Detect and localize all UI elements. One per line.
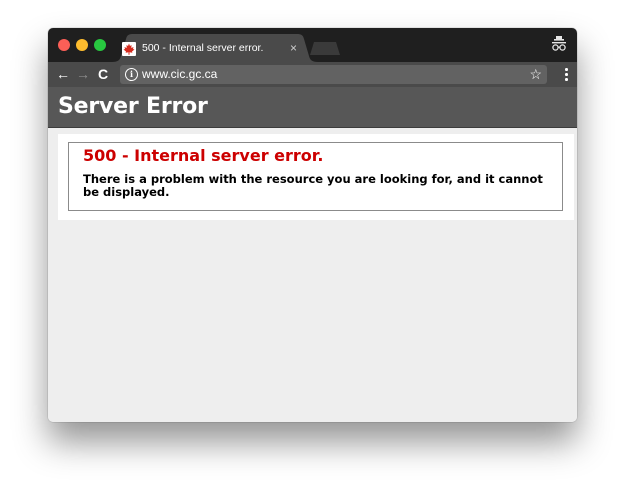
- tab-title: 500 - Internal server error.: [142, 42, 264, 54]
- error-heading: 500 - Internal server error.: [83, 146, 324, 165]
- maximize-window-button[interactable]: [94, 39, 106, 51]
- content-panel: 500 - Internal server error. There is a …: [58, 134, 574, 220]
- incognito-icon: [552, 36, 566, 51]
- kebab-menu-icon[interactable]: [561, 65, 571, 83]
- maple-leaf-icon: [122, 42, 136, 56]
- page-title: Server Error: [58, 94, 208, 119]
- address-bar[interactable]: i www.cic.gc.ca ☆: [120, 65, 547, 84]
- url-text[interactable]: www.cic.gc.ca: [142, 67, 217, 82]
- bookmark-star-icon[interactable]: ☆: [529, 65, 542, 84]
- close-window-button[interactable]: [58, 39, 70, 51]
- info-icon[interactable]: i: [125, 68, 138, 81]
- error-message: There is a problem with the resource you…: [83, 172, 543, 199]
- back-arrow-icon[interactable]: ←: [54, 65, 72, 83]
- tab-close-icon[interactable]: ×: [290, 40, 297, 56]
- forward-arrow-icon[interactable]: →: [74, 65, 92, 83]
- browser-window: 500 - Internal server error. × ← → C i w…: [48, 28, 577, 422]
- error-box: 500 - Internal server error. There is a …: [68, 142, 563, 211]
- page-header: Server Error: [48, 87, 577, 128]
- active-tab[interactable]: 500 - Internal server error. ×: [112, 34, 318, 62]
- browser-toolbar: ← → C i www.cic.gc.ca ☆: [48, 62, 577, 87]
- minimize-window-button[interactable]: [76, 39, 88, 51]
- new-tab-button[interactable]: [310, 42, 340, 55]
- reload-icon[interactable]: C: [94, 65, 112, 83]
- title-bar: 500 - Internal server error. ×: [48, 28, 577, 62]
- page-content: 500 - Internal server error. There is a …: [48, 128, 577, 422]
